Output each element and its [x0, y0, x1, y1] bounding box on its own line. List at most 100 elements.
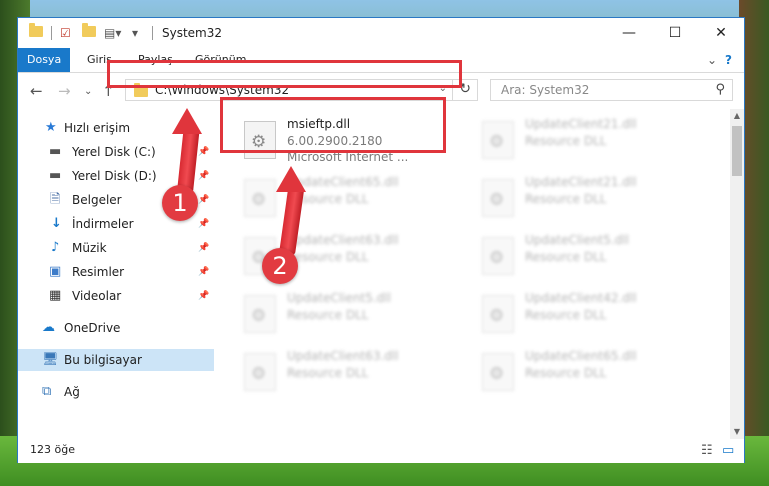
- minimize-button[interactable]: —: [606, 18, 652, 48]
- dll-file-icon: [482, 237, 514, 275]
- file-tile[interactable]: UpdateClient21.dll Resource DLL: [476, 173, 712, 223]
- file-tile[interactable]: UpdateClient65.dll Resource DLL: [476, 347, 712, 397]
- sidebar-item-label: İndirmeler: [72, 217, 134, 231]
- step-badge-1: 1: [162, 185, 198, 221]
- file-name: UpdateClient65.dll: [525, 349, 637, 363]
- details-view-icon[interactable]: ☷: [701, 443, 713, 458]
- file-description: Resource DLL: [287, 366, 369, 380]
- window-title: System32: [162, 26, 223, 40]
- drive-icon: ▬: [49, 144, 62, 159]
- file-tile[interactable]: UpdateClient42.dll Resource DLL: [476, 289, 712, 339]
- back-arrow-icon[interactable]: ←: [30, 82, 43, 100]
- file-tile[interactable]: UpdateClient65.dll Resource DLL: [238, 173, 474, 223]
- sidebar-item-onedrive[interactable]: ☁ OneDrive: [18, 317, 214, 339]
- sidebar-item-pictures[interactable]: ▣ Resimler 📌: [18, 261, 214, 283]
- file-description: Resource DLL: [525, 250, 607, 264]
- new-folder-icon[interactable]: [82, 23, 96, 40]
- file-description: Resource DLL: [287, 250, 369, 264]
- file-highlight: [220, 97, 446, 153]
- customize-toolbar-icon[interactable]: ▾: [132, 26, 138, 40]
- scroll-up-icon[interactable]: ▲: [730, 109, 744, 123]
- large-icons-view-icon[interactable]: ▭: [722, 443, 734, 458]
- file-description: Resource DLL: [525, 308, 607, 322]
- pin-icon[interactable]: 📌: [198, 285, 209, 307]
- close-button[interactable]: ✕: [698, 18, 744, 48]
- videos-icon: ▦: [49, 288, 62, 303]
- star-icon: ★: [45, 120, 57, 135]
- dll-file-icon: [482, 121, 514, 159]
- file-name: UpdateClient63.dll: [287, 233, 399, 247]
- search-icon[interactable]: ⚲: [715, 82, 725, 97]
- sidebar-item-label: Ağ: [64, 385, 80, 399]
- dll-file-icon: [244, 353, 276, 391]
- title-divider: [51, 26, 52, 40]
- sidebar-item-label: Resimler: [72, 265, 125, 279]
- cloud-icon: ☁: [42, 320, 55, 335]
- maximize-button[interactable]: ☐: [652, 18, 698, 48]
- dll-file-icon: [482, 295, 514, 333]
- folder-icon: [134, 83, 148, 100]
- file-description: Resource DLL: [525, 134, 607, 148]
- chevron-down-icon[interactable]: ⌄: [707, 53, 717, 67]
- file-description: Resource DLL: [525, 192, 607, 206]
- file-name: UpdateClient5.dll: [525, 233, 629, 247]
- sidebar-item-label: OneDrive: [64, 321, 121, 335]
- file-description: Resource DLL: [287, 308, 369, 322]
- status-bar: 123 öğe ☷ ▭: [18, 439, 744, 463]
- properties-icon[interactable]: ☑: [60, 26, 71, 40]
- vertical-scrollbar[interactable]: ▲ ▼: [730, 109, 744, 439]
- help-icon[interactable]: ?: [725, 53, 732, 67]
- file-tile[interactable]: UpdateClient21.dll Resource DLL: [476, 115, 712, 165]
- tab-file[interactable]: Dosya: [18, 48, 71, 72]
- forward-arrow-icon[interactable]: →: [58, 82, 71, 100]
- scroll-down-icon[interactable]: ▼: [730, 425, 744, 439]
- scroll-thumb[interactable]: [732, 126, 742, 176]
- sidebar-item-this-pc[interactable]: 🖥 Bu bilgisayar: [18, 349, 214, 371]
- arrow-head-icon: [172, 108, 202, 134]
- title-bar: ☑ ▤▾ ▾ System32 — ☐ ✕: [18, 18, 744, 48]
- sidebar-item-music[interactable]: ♪ Müzik 📌: [18, 237, 214, 259]
- file-description: Resource DLL: [525, 366, 607, 380]
- sidebar-item-label: Belgeler: [72, 193, 122, 207]
- pin-icon[interactable]: 📌: [198, 261, 209, 283]
- step-badge-2: 2: [262, 248, 298, 284]
- dll-file-icon: [244, 179, 276, 217]
- sidebar-item-videos[interactable]: ▦ Videolar 📌: [18, 285, 214, 307]
- title-divider: [152, 26, 153, 40]
- file-tile[interactable]: UpdateClient5.dll Resource DLL: [238, 289, 474, 339]
- sidebar-item-label: Videolar: [72, 289, 122, 303]
- search-input[interactable]: Ara: System32 ⚲: [490, 79, 733, 101]
- file-name: UpdateClient21.dll: [525, 175, 637, 189]
- sidebar-item-label: Yerel Disk (C:): [72, 145, 156, 159]
- sidebar-item-label: Müzik: [72, 241, 107, 255]
- file-name: UpdateClient42.dll: [525, 291, 637, 305]
- file-name: UpdateClient63.dll: [287, 349, 399, 363]
- network-icon: ⧉: [42, 384, 52, 399]
- file-name: UpdateClient21.dll: [525, 117, 637, 131]
- file-tile[interactable]: UpdateClient63.dll Resource DLL: [238, 347, 474, 397]
- recent-locations-icon[interactable]: ⌄: [84, 86, 92, 97]
- sidebar-item-network[interactable]: ⧉ Ağ: [18, 381, 214, 403]
- dll-file-icon: [482, 179, 514, 217]
- pin-icon[interactable]: 📌: [198, 213, 209, 235]
- music-icon: ♪: [51, 240, 60, 255]
- sidebar-item-label: Hızlı erişim: [64, 121, 131, 135]
- pin-icon[interactable]: 📌: [198, 189, 209, 211]
- pin-icon[interactable]: 📌: [198, 237, 209, 259]
- folder-icon: [29, 23, 43, 40]
- sidebar-item-label: Bu bilgisayar: [64, 353, 142, 367]
- file-name: UpdateClient5.dll: [287, 291, 391, 305]
- pin-icon[interactable]: 📌: [198, 141, 209, 163]
- pin-icon[interactable]: 📌: [198, 165, 209, 187]
- sidebar-item-label: Yerel Disk (D:): [72, 169, 157, 183]
- dll-file-icon: [244, 295, 276, 333]
- view-options-icon[interactable]: ▤▾: [104, 26, 121, 40]
- drive-icon: ▬: [49, 168, 62, 183]
- pictures-icon: ▣: [49, 264, 62, 279]
- item-count: 123 öğe: [30, 443, 75, 456]
- download-icon: ↓: [51, 216, 62, 231]
- computer-icon: 🖥: [42, 352, 59, 367]
- file-tile[interactable]: UpdateClient5.dll Resource DLL: [476, 231, 712, 281]
- search-placeholder: Ara: System32: [501, 83, 590, 97]
- dll-file-icon: [482, 353, 514, 391]
